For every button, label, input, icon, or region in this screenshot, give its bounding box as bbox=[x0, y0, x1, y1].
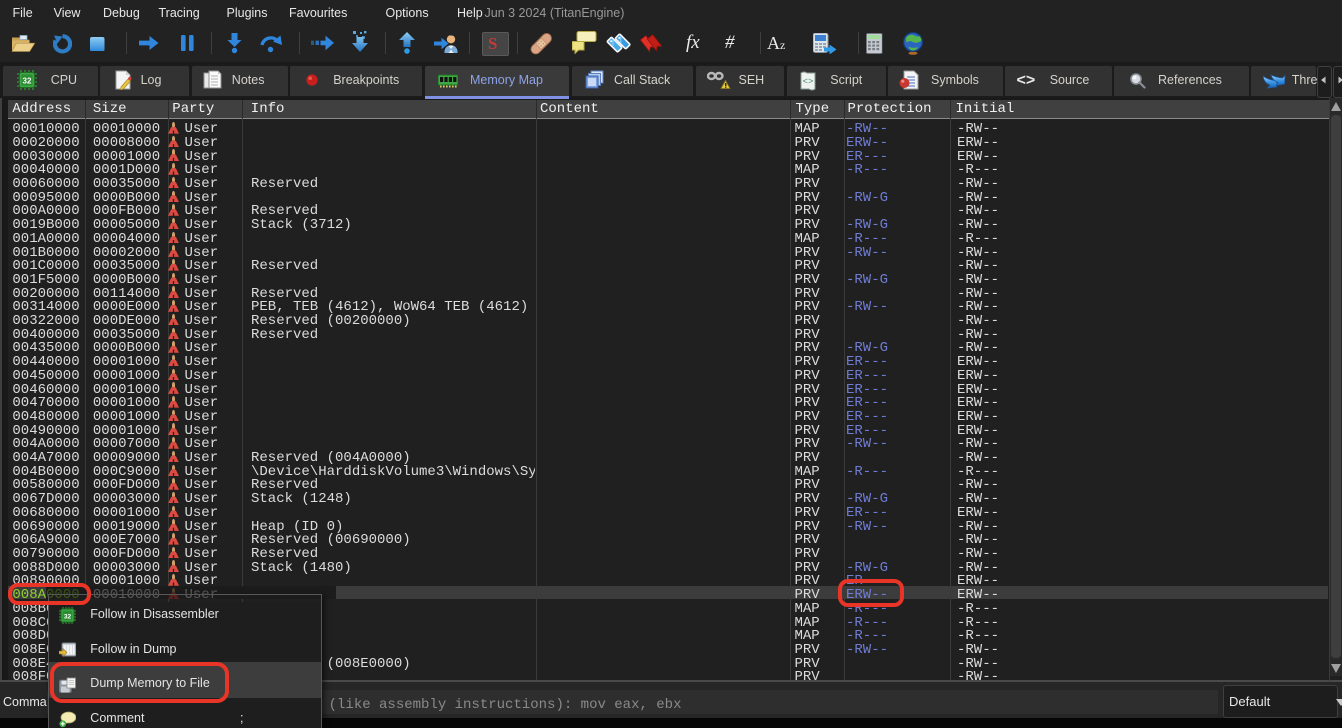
svg-text:<>: <> bbox=[803, 77, 814, 87]
svg-text:32: 32 bbox=[64, 613, 72, 620]
svg-text:32: 32 bbox=[22, 77, 31, 86]
